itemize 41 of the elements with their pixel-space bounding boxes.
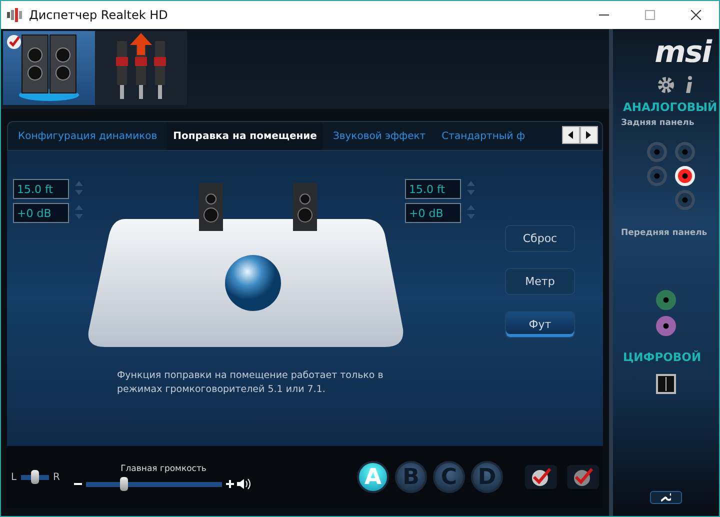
- tab[interactable]: Конфигурация динамиков: [12, 122, 164, 150]
- left-label: L: [11, 472, 17, 482]
- speakers-icon: [18, 33, 80, 103]
- maximize-icon: [645, 10, 655, 20]
- tab[interactable]: Звуковой эффект: [326, 122, 432, 150]
- distance-field[interactable]: 15.0 ft: [13, 179, 69, 199]
- gain-field[interactable]: +0 dB: [13, 203, 69, 223]
- digital-heading: ЦИФРОВОЙ: [623, 350, 702, 364]
- rear-panel-label: Задняя панель: [621, 118, 694, 128]
- right-arrow-icon: [586, 131, 592, 139]
- analog-heading: АНАЛОГОВЫЙ: [623, 100, 718, 114]
- scroll-right-button[interactable]: [580, 126, 598, 144]
- right-label: R: [53, 472, 60, 482]
- volume-label: Главная громкость: [120, 464, 206, 474]
- speaker-icon[interactable]: [237, 478, 253, 490]
- checkmark-icon: [7, 35, 21, 49]
- wrench-button[interactable]: [650, 491, 682, 504]
- plus-icon: [226, 480, 234, 488]
- gain-field[interactable]: +0 dB: [405, 203, 461, 223]
- optical-port-icon[interactable]: [656, 374, 676, 394]
- left-arrow-icon: [568, 131, 574, 139]
- distance-field[interactable]: 15.0 ft: [405, 179, 461, 199]
- tab[interactable]: Поправка на помещение: [167, 122, 323, 150]
- unit-button[interactable]: Фут: [505, 311, 575, 338]
- logo: msi: [654, 35, 711, 70]
- check-button[interactable]: [567, 465, 599, 489]
- unit-button[interactable]: Сброс: [505, 225, 575, 252]
- speaker-logo-icon: [7, 8, 23, 22]
- scroll-left-button[interactable]: [562, 126, 580, 144]
- window-title: Диспетчер Realtek HD: [29, 8, 169, 22]
- settings-icon[interactable]: [657, 76, 675, 94]
- device-tab[interactable]: [95, 31, 187, 105]
- check-button[interactable]: [525, 465, 557, 489]
- wrench-icon: [661, 493, 671, 502]
- device-tab[interactable]: [3, 31, 95, 105]
- close-icon: [691, 10, 701, 20]
- info-text: Функция поправки на помещение работает только в режимах громкоговорителей 5.1 или 7.1.: [117, 369, 384, 397]
- tab[interactable]: Стандартный ф: [436, 122, 531, 150]
- unit-button[interactable]: Метр: [505, 268, 575, 295]
- front-panel-label: Передняя панель: [621, 228, 708, 238]
- info-icon[interactable]: [685, 76, 693, 94]
